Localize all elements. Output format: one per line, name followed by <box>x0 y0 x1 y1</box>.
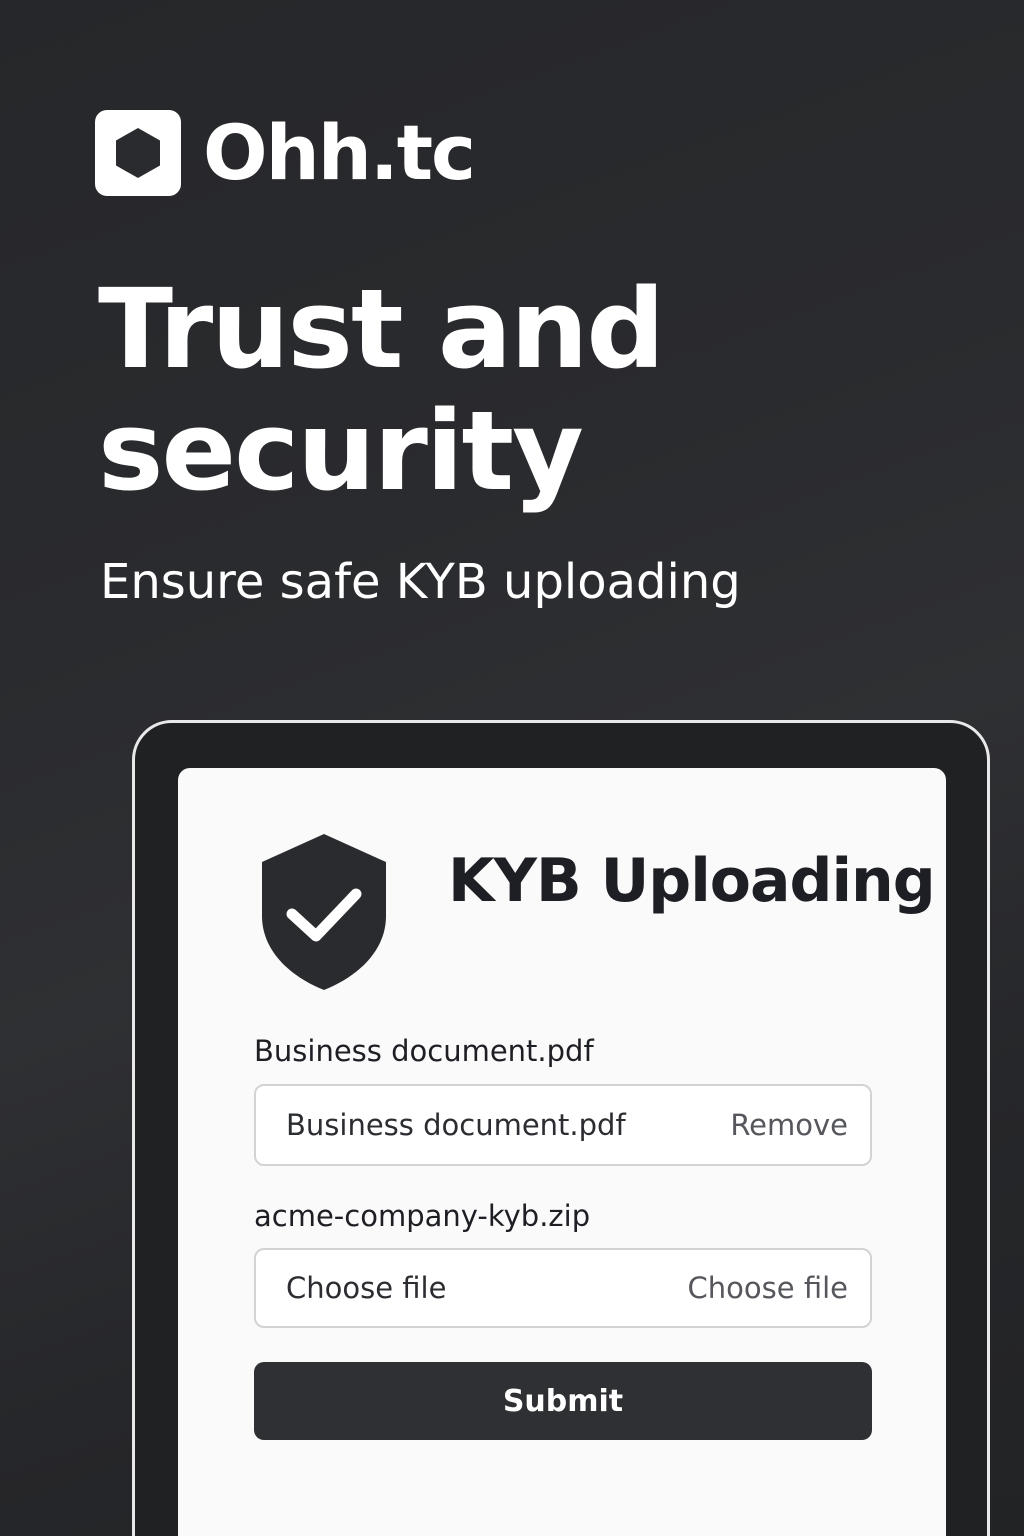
file-input-placeholder: Choose file <box>286 1271 447 1305</box>
page-title: Trust and security <box>98 265 665 515</box>
brand-name: Ohh.tc <box>203 108 476 197</box>
card-title: KYB Uploading <box>448 846 936 916</box>
file-input-kyb-archive[interactable]: Choose file Choose file <box>254 1248 872 1328</box>
file-name: Business document.pdf <box>286 1108 626 1142</box>
remove-button[interactable]: Remove <box>730 1108 848 1142</box>
choose-file-button[interactable]: Choose file <box>688 1271 848 1305</box>
submit-button[interactable]: Submit <box>254 1362 872 1440</box>
brand-logo[interactable]: Ohh.tc <box>95 108 476 197</box>
file-field-business-document[interactable]: Business document.pdf Remove <box>254 1084 872 1166</box>
field-label-business-document: Business document.pdf <box>254 1034 594 1068</box>
hexagon-icon <box>95 110 181 196</box>
page-subtitle: Ensure safe KYB uploading <box>100 554 741 610</box>
field-label-kyb-archive: acme-company-kyb.zip <box>254 1199 591 1233</box>
shield-check-icon <box>262 834 386 990</box>
